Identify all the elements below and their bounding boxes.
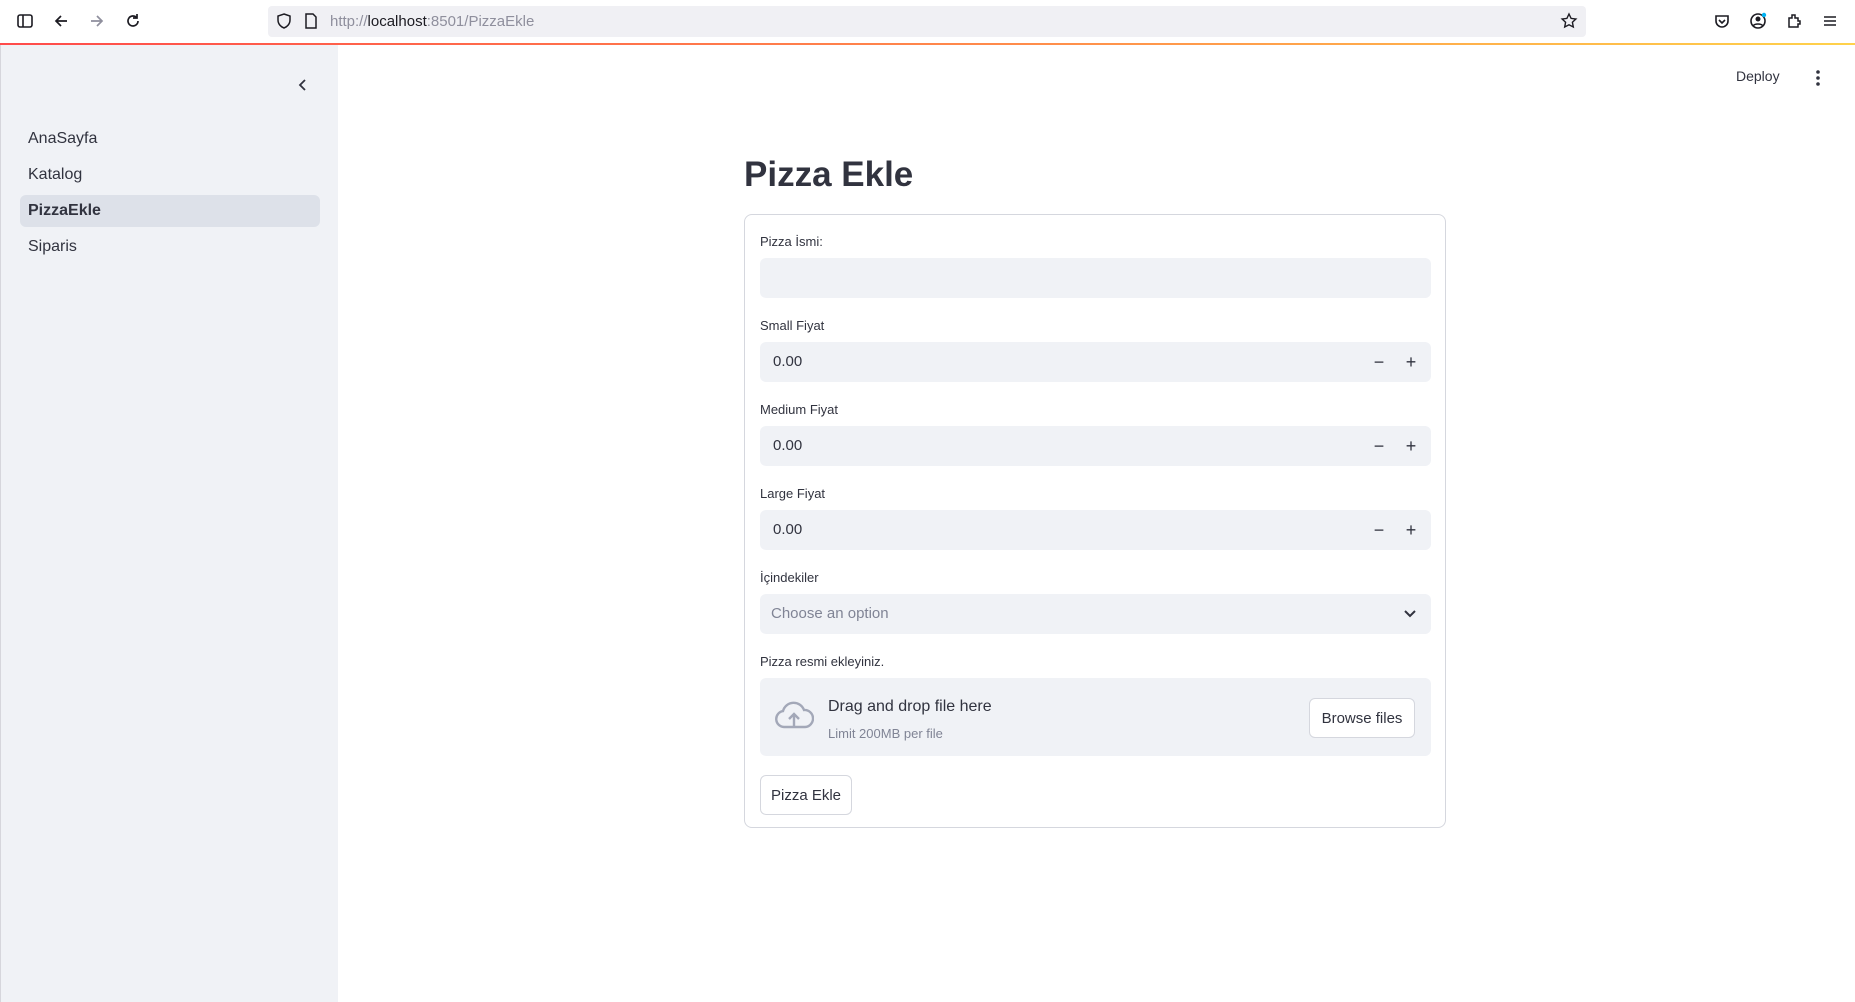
sidebar-item-katalog[interactable]: Katalog (20, 159, 320, 191)
medium-price-value: 0.00 (773, 437, 803, 454)
cloud-upload-icon (775, 701, 814, 729)
reload-icon[interactable] (123, 11, 143, 31)
small-price-increment-button[interactable]: + (1399, 350, 1423, 374)
pocket-icon[interactable] (1712, 11, 1732, 31)
sidebar-item-label: PizzaEkle (28, 202, 101, 219)
small-price-decrement-button[interactable]: − (1367, 350, 1391, 374)
deploy-button[interactable]: Deploy (1736, 68, 1780, 84)
large-price-decrement-button[interactable]: − (1367, 518, 1391, 542)
medium-price-decrement-button[interactable]: − (1367, 434, 1391, 458)
page-icon (301, 11, 321, 31)
sidebar: AnaSayfa Katalog PizzaEkle Siparis (0, 45, 338, 1002)
ingredients-placeholder: Choose an option (771, 605, 889, 622)
shield-icon[interactable] (274, 11, 294, 31)
large-price-increment-button[interactable]: + (1399, 518, 1423, 542)
pizza-name-input[interactable] (760, 258, 1431, 298)
sidebar-item-label: AnaSayfa (28, 130, 98, 147)
medium-price-increment-button[interactable]: + (1399, 434, 1423, 458)
sidebar-item-label: Katalog (28, 166, 83, 183)
chevron-down-icon (1404, 610, 1416, 618)
pizza-ekle-submit-button[interactable]: Pizza Ekle (760, 775, 852, 815)
sidebar-nav: AnaSayfa Katalog PizzaEkle Siparis (20, 123, 320, 267)
small-price-label: Small Fiyat (760, 318, 825, 333)
main-menu-icon[interactable] (1808, 66, 1828, 90)
extensions-icon[interactable] (1784, 11, 1804, 31)
sidebar-item-label: Siparis (28, 238, 77, 255)
ingredients-label: İçindekiler (760, 570, 819, 585)
sidebar-item-pizzaekle[interactable]: PizzaEkle (20, 195, 320, 227)
dropzone-title: Drag and drop file here (828, 698, 992, 715)
sidebar-toggle-icon[interactable] (15, 11, 35, 31)
medium-price-label: Medium Fiyat (760, 402, 839, 417)
back-icon[interactable] (51, 11, 71, 31)
file-dropzone[interactable]: Drag and drop file here Limit 200MB per … (760, 678, 1431, 756)
ingredients-select[interactable]: Choose an option (760, 594, 1431, 634)
account-icon[interactable] (1748, 11, 1768, 31)
medium-price-input[interactable]: 0.00 − + (760, 426, 1431, 466)
menu-icon[interactable] (1820, 11, 1840, 31)
collapse-sidebar-icon[interactable] (291, 73, 315, 97)
page-title: Pizza Ekle (744, 155, 914, 194)
large-price-label: Large Fiyat (760, 486, 826, 501)
forward-icon[interactable] (87, 11, 107, 31)
dropzone-limit: Limit 200MB per file (828, 726, 943, 741)
pizza-name-label: Pizza İsmi: (760, 234, 823, 249)
small-price-input[interactable]: 0.00 − + (760, 342, 1431, 382)
large-price-input[interactable]: 0.00 − + (760, 510, 1431, 550)
browse-files-button[interactable]: Browse files (1309, 698, 1415, 738)
browser-toolbar: http://localhost:8501/PizzaEkle (0, 0, 1855, 44)
image-upload-label: Pizza resmi ekleyiniz. (760, 654, 885, 669)
bookmark-star-icon[interactable] (1559, 11, 1579, 31)
url-text[interactable]: http://localhost:8501/PizzaEkle (330, 13, 534, 30)
address-bar[interactable]: http://localhost:8501/PizzaEkle (268, 6, 1586, 37)
large-price-value: 0.00 (773, 521, 803, 538)
pizza-form: Pizza İsmi: Small Fiyat 0.00 − + Medium … (744, 214, 1446, 828)
sidebar-item-anasayfa[interactable]: AnaSayfa (20, 123, 320, 155)
sidebar-item-siparis[interactable]: Siparis (20, 231, 320, 263)
small-price-value: 0.00 (773, 353, 803, 370)
